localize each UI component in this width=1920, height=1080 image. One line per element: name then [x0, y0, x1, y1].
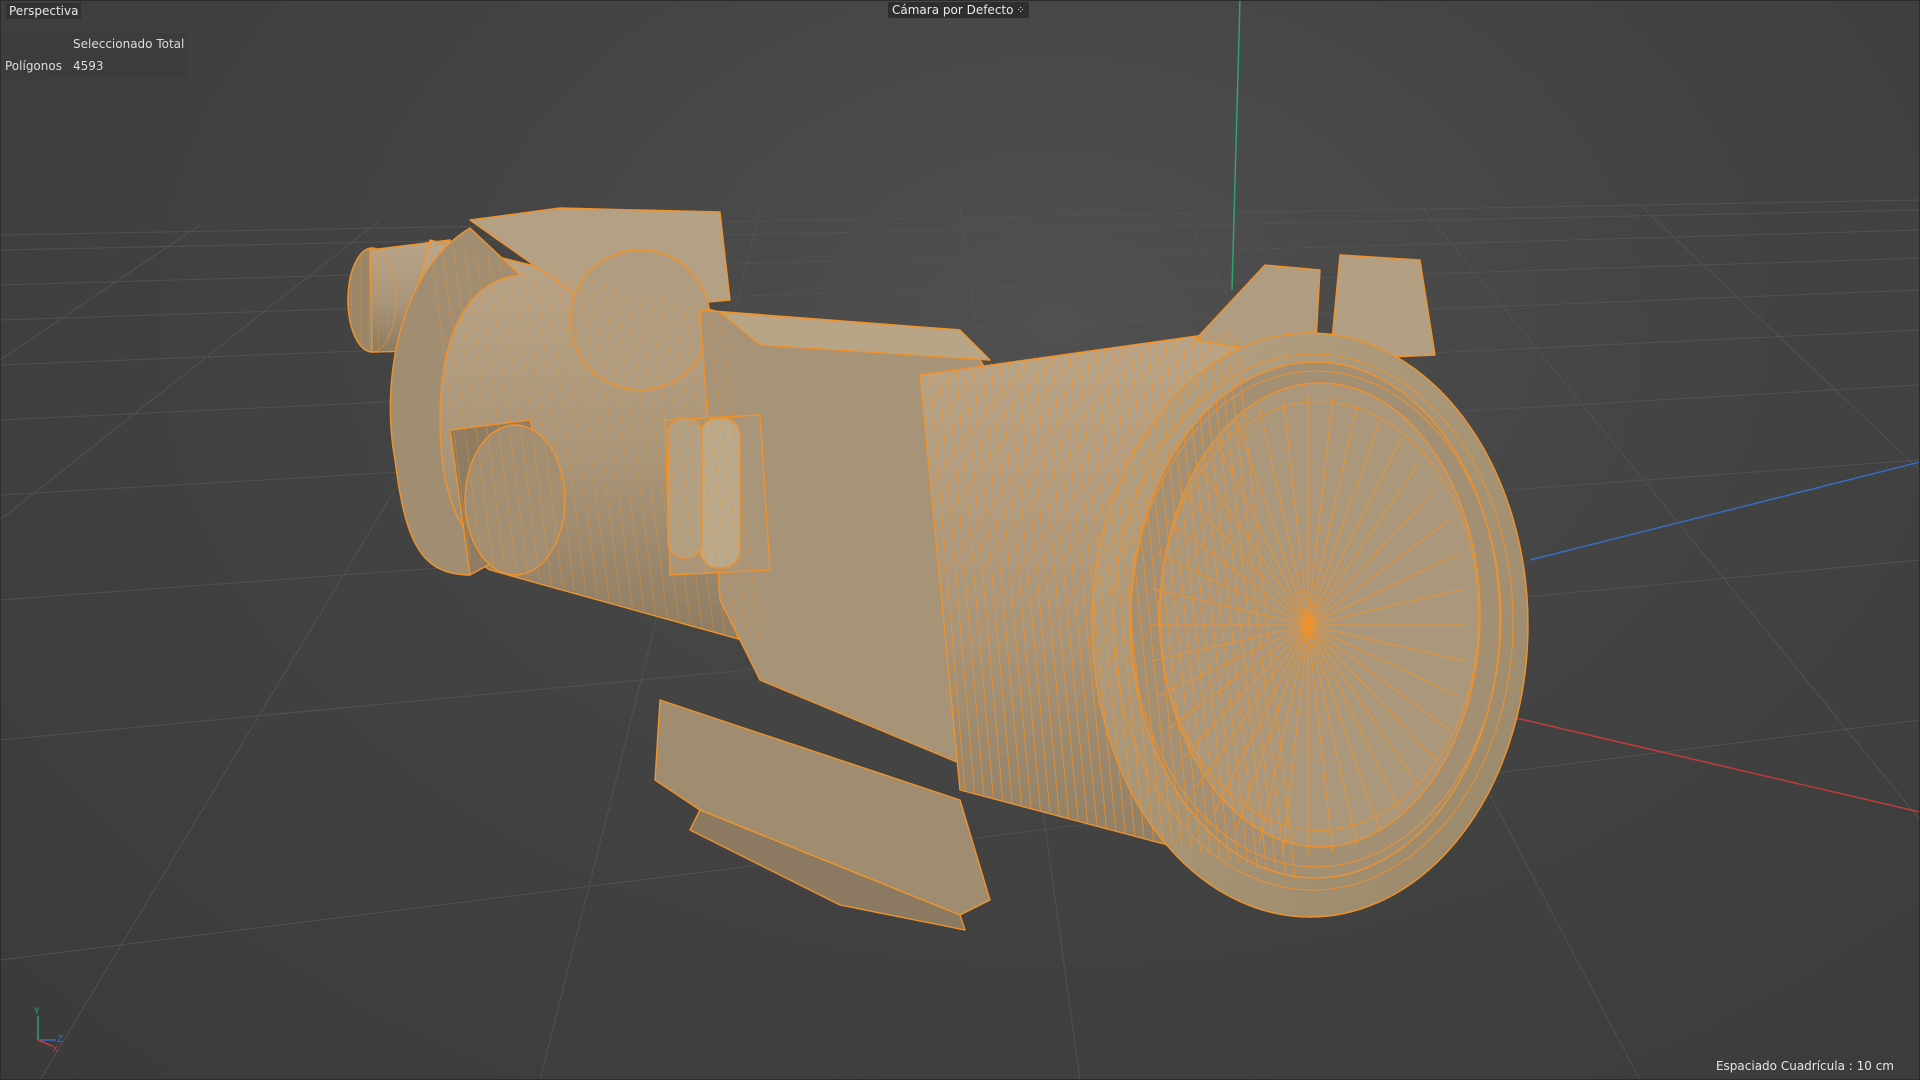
camera-menu[interactable]: Cámara por Defecto ⁘ [888, 2, 1029, 18]
gizmo-z-label: Z [57, 1035, 63, 1045]
camera-options-icon: ⁘ [1016, 5, 1025, 16]
camera-label: Cámara por Defecto [892, 3, 1014, 17]
scene-canvas[interactable] [0, 0, 1920, 1080]
gizmo-x-label: X [52, 1045, 58, 1052]
polygons-value: 4593 [73, 59, 104, 73]
polygons-label: Polígonos [5, 59, 62, 73]
3d-viewport[interactable]: Perspectiva Seleccionado Total Polígonos… [0, 0, 1920, 1080]
selection-hud: Seleccionado Total Polígonos 4593 [0, 33, 187, 78]
axis-gizmo: Y Z X [33, 1007, 63, 1052]
y-axis-line [1231, 0, 1241, 291]
hud-header: Seleccionado Total [73, 37, 185, 51]
gizmo-y-label: Y [33, 1007, 40, 1017]
grid-spacing-label: Espaciado Cuadrícula : 10 cm [1715, 1059, 1894, 1073]
z-axis-line [1529, 461, 1920, 561]
view-name-label[interactable]: Perspectiva [6, 3, 82, 19]
scope-model[interactable] [347, 207, 1529, 931]
x-axis-line [1489, 711, 1920, 813]
